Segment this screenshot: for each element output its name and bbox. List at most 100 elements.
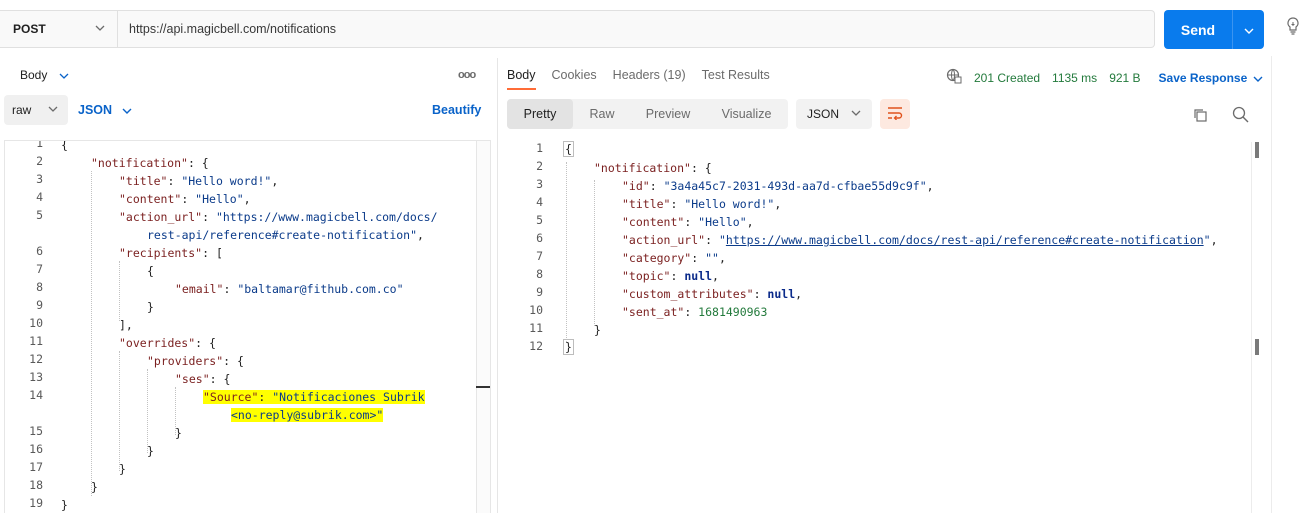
code-line: "custom_attributes": null,: [622, 287, 803, 301]
code-line: }: [147, 300, 154, 314]
body-mode-select[interactable]: raw: [4, 95, 68, 125]
code-line-wrap-highlighted: <no-reply@subrik.com>": [231, 408, 384, 422]
line-number: 5: [536, 213, 543, 227]
chevron-down-icon: [851, 110, 861, 116]
body-mode-label: raw: [12, 103, 32, 117]
line-number: 3: [536, 177, 543, 191]
lightbulb-icon[interactable]: [1285, 16, 1301, 36]
code-brace-matched: }: [563, 339, 574, 355]
wrap-lines-icon: [887, 106, 903, 123]
scroll-marker: [476, 386, 490, 388]
request-bar: POST https://api.magicbell.com/notificat…: [0, 10, 1155, 48]
line-number: 16: [29, 442, 43, 456]
code-brace-matched: {: [563, 141, 574, 157]
send-options-button[interactable]: [1232, 10, 1264, 49]
copy-icon[interactable]: [1192, 107, 1208, 126]
code-line: "providers": {: [147, 354, 244, 368]
line-number: 4: [536, 195, 543, 209]
scroll-marker: [1255, 339, 1259, 355]
indent-guide: [91, 171, 92, 496]
action-url-link[interactable]: https://www.magicbell.com/docs/rest-api/…: [726, 233, 1204, 247]
line-number: 10: [529, 303, 543, 317]
indent-guide: [594, 180, 595, 326]
code-line: "id": "3a4a45c7-2031-493d-aa7d-cfbae55d9…: [622, 179, 934, 193]
tab-raw[interactable]: Raw: [573, 99, 631, 129]
code-line: "notification": {: [594, 161, 712, 175]
body-tab[interactable]: Body: [20, 68, 69, 82]
line-number: 3: [36, 172, 43, 186]
status-code[interactable]: 201 Created: [974, 71, 1040, 85]
code-line-wrap: rest-api/reference#create-notification",: [147, 228, 424, 242]
url-input[interactable]: https://api.magicbell.com/notifications: [118, 11, 1154, 47]
request-body-pane: Body ooo raw JSON Beautify 1 2 3 4 5 6 7…: [0, 58, 498, 513]
editor-scrollbar[interactable]: [476, 141, 490, 513]
tab-headers[interactable]: Headers (19): [613, 68, 686, 82]
chevron-down-icon: [1253, 71, 1263, 85]
code-line: }: [175, 426, 182, 440]
line-number: 13: [29, 370, 43, 384]
beautify-button[interactable]: Beautify: [432, 103, 481, 117]
more-options-icon[interactable]: ooo: [458, 69, 476, 81]
request-body-editor[interactable]: 1 2 3 4 5 6 7 8 9 10 11 12 13 14 15 16 1…: [4, 140, 491, 513]
code-line: "content": "Hello",: [119, 192, 251, 206]
code-line: "category": "",: [622, 251, 726, 265]
code-line: "sent_at": 1681490963: [622, 305, 768, 319]
line-number: 5: [36, 208, 43, 222]
code-line: }: [119, 462, 126, 476]
scroll-marker: [1255, 142, 1259, 158]
wrap-lines-button[interactable]: [880, 99, 910, 129]
code-line: "email": "baltamar@fithub.com.co": [175, 282, 404, 296]
search-icon[interactable]: [1232, 106, 1249, 126]
line-number: 15: [29, 424, 43, 438]
method-label: POST: [13, 22, 46, 36]
body-language-select[interactable]: JSON: [78, 103, 132, 117]
indent-guide: [566, 162, 567, 342]
method-select[interactable]: POST: [0, 11, 118, 47]
line-number: 10: [29, 316, 43, 330]
body-language-label: JSON: [78, 103, 113, 117]
code-line: {: [147, 264, 154, 278]
line-number: 1: [36, 140, 43, 150]
chevron-down-icon: [95, 25, 105, 31]
response-format-label: JSON: [807, 107, 840, 121]
tab-test-results[interactable]: Test Results: [702, 68, 770, 82]
response-status-bar: 201 Created 1135 ms 921 B Save Response: [946, 68, 1263, 87]
tab-cookies[interactable]: Cookies: [552, 68, 597, 82]
code-line: "recipients": [: [119, 246, 223, 260]
body-tab-label: Body: [20, 68, 48, 82]
line-number: 9: [536, 285, 543, 299]
save-response-button[interactable]: Save Response: [1159, 71, 1264, 85]
code-brace: {: [61, 140, 68, 152]
code-line: }: [91, 480, 98, 494]
line-number: 12: [529, 339, 543, 353]
send-button-group: Send: [1164, 10, 1264, 49]
code-line: }: [61, 498, 68, 512]
globe-icon[interactable]: [946, 68, 962, 87]
tab-response-body[interactable]: Body: [507, 68, 536, 90]
line-number: 4: [36, 190, 43, 204]
tab-pretty[interactable]: Pretty: [507, 99, 573, 129]
line-number: 14: [29, 388, 43, 402]
url-text: https://api.magicbell.com/notifications: [129, 22, 337, 36]
response-format-select[interactable]: JSON: [796, 99, 872, 129]
code-line: }: [147, 444, 154, 458]
send-button[interactable]: Send: [1164, 10, 1232, 49]
tab-preview[interactable]: Preview: [631, 99, 705, 129]
response-size[interactable]: 921 B: [1109, 71, 1140, 85]
response-body-viewer[interactable]: 1 2 3 4 5 6 7 8 9 10 11 12 { "notificati…: [500, 140, 1250, 513]
line-number: 6: [536, 231, 543, 245]
code-line: ],: [119, 318, 133, 332]
code-line: "title": "Hello word!",: [119, 174, 279, 188]
response-time[interactable]: 1135 ms: [1052, 71, 1097, 85]
chevron-down-icon: [122, 103, 132, 117]
line-number: 12: [29, 352, 43, 366]
tab-visualize[interactable]: Visualize: [705, 99, 788, 129]
code-line: "content": "Hello",: [622, 215, 754, 229]
code-line: }: [594, 323, 601, 337]
side-divider: [1271, 56, 1272, 513]
line-number: 8: [536, 267, 543, 281]
response-scrollbar[interactable]: [1251, 142, 1271, 513]
line-number: 17: [29, 460, 43, 474]
chevron-down-icon: [48, 106, 58, 112]
code-line: "notification": {: [91, 156, 209, 170]
